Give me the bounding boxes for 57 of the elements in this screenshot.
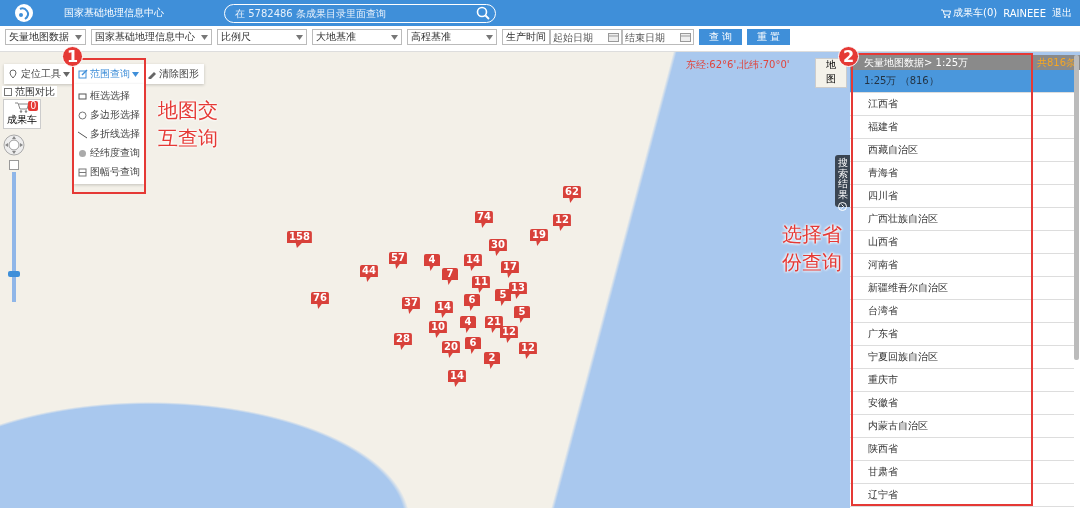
logout-link[interactable]: 退出 (1052, 6, 1072, 20)
map-tool-button[interactable]: 清除图形 (145, 67, 201, 81)
zoom-in-button[interactable] (9, 160, 19, 170)
filter-dropdown[interactable]: 大地基准 (312, 29, 402, 45)
calendar-icon (608, 32, 619, 42)
end-date-field[interactable]: 结束日期 (622, 29, 694, 45)
annotation-text: 地图交互查询 (158, 97, 219, 152)
caret-icon (486, 34, 493, 40)
query-menu-item[interactable]: 多折线选择 (76, 126, 142, 142)
user-link[interactable]: RAINEEE (1003, 7, 1046, 19)
filter-dropdown[interactable]: 比例尺 (217, 29, 307, 45)
scrollbar[interactable] (1074, 55, 1079, 360)
search-field[interactable]: 在 5782486 条成果目录里面查询 (224, 3, 496, 23)
cart-link[interactable]: 成果车(0) (941, 6, 998, 20)
caret-icon (391, 34, 398, 40)
pin-icon (9, 69, 19, 79)
cart-count-badge: 0 (28, 101, 38, 111)
chevron-right-icon (838, 202, 847, 211)
result-list-item[interactable]: 1:25万 （816） (850, 70, 1074, 93)
query-menu-item[interactable]: 图幅号查询 (76, 164, 142, 180)
cart-button[interactable]: 成果车 0 (3, 99, 41, 129)
coordinates-readout: 东经:62°6',北纬:70°0' (686, 58, 790, 72)
start-date-field[interactable]: 起始日期 (550, 29, 622, 45)
zoom-slider-handle[interactable] (8, 271, 20, 277)
rectangle-icon (78, 91, 87, 101)
query-menu-item[interactable]: 框选选择 (76, 88, 142, 104)
filter-dropdown[interactable]: 国家基础地理信息中心 (91, 29, 212, 45)
calendar-icon (680, 32, 691, 42)
pan-control-icon (3, 134, 25, 156)
site-title: 国家基础地理信息中心 (64, 6, 164, 20)
caret-icon (132, 71, 139, 77)
query-menu-item[interactable]: 经纬度查询 (76, 145, 142, 161)
caret-icon (63, 71, 70, 77)
reset-button[interactable]: 重 置 (747, 29, 791, 45)
filter-dropdown[interactable]: 矢量地图数据 (5, 29, 86, 45)
cart-icon (15, 102, 29, 113)
caret-icon (201, 34, 208, 40)
query-button[interactable]: 查 询 (699, 29, 743, 45)
annotation-text: 选择省份查询 (782, 221, 843, 276)
dot-icon (78, 148, 87, 158)
search-icon (476, 5, 490, 20)
line-icon (78, 129, 87, 139)
grid-icon (78, 167, 87, 177)
caret-icon (75, 34, 82, 40)
filter-dropdown[interactable]: 高程基准 (407, 29, 497, 45)
globe-logo-icon (14, 3, 34, 23)
query-menu-item[interactable]: 多边形选择 (76, 107, 142, 123)
cart-icon (941, 8, 952, 18)
caret-icon (296, 34, 303, 40)
circle-outline-icon (78, 110, 87, 120)
edit-icon (78, 69, 88, 79)
production-time-label: 生产时间 (502, 29, 550, 45)
map-tool-button[interactable]: 范围查询 (76, 67, 141, 81)
eraser-icon (147, 69, 157, 79)
compare-checkbox[interactable]: 范围对比 (2, 86, 57, 97)
map-tool-button[interactable]: 定位工具 (7, 67, 72, 81)
breadcrumb-path: 矢量地图数据> 1:25万 (864, 55, 968, 70)
